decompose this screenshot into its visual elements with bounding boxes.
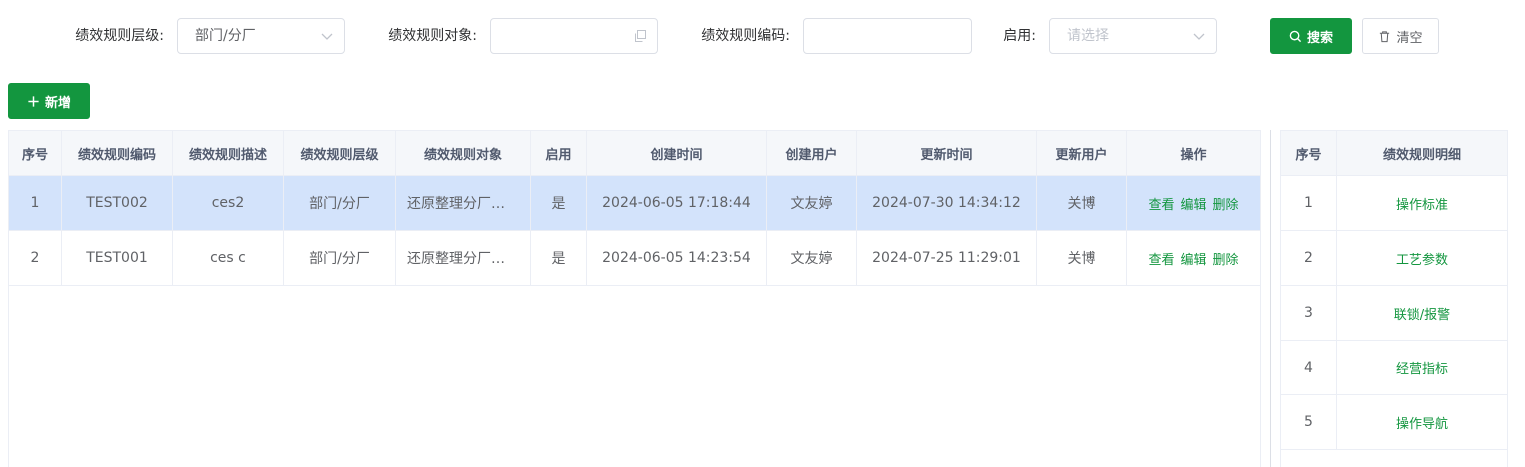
view-link[interactable]: 查看 bbox=[1148, 194, 1174, 213]
table-header: 序号 绩效规则编码 绩效规则描述 绩效规则层级 绩效规则对象 启用 创建时间 创… bbox=[9, 131, 1260, 176]
creator: 文友婷 bbox=[767, 176, 857, 231]
edit-link[interactable]: 编辑 bbox=[1180, 249, 1206, 268]
row-index: 2 bbox=[1281, 231, 1337, 286]
add-button-label: 新增 bbox=[44, 95, 71, 111]
detail-cell: 经营指标 bbox=[1337, 341, 1507, 395]
list-item[interactable]: 1 操作标准 bbox=[1281, 176, 1507, 231]
table-row[interactable]: 1 TEST002 ces2 部门/分厂 还原整理分厂… 是 2024-06-0… bbox=[9, 176, 1260, 231]
list-item[interactable]: 4 经营指标 bbox=[1281, 341, 1507, 395]
enabled-select-placeholder: 请选择 bbox=[1067, 28, 1109, 44]
code-input[interactable] bbox=[803, 18, 972, 54]
code-label: 绩效规则编码: bbox=[701, 28, 790, 44]
search-button[interactable]: 搜索 bbox=[1270, 18, 1352, 54]
column-header: 创建时间 bbox=[587, 131, 767, 176]
object-input[interactable] bbox=[490, 18, 658, 54]
row-index: 2 bbox=[9, 231, 62, 286]
rule-object: 还原整理分厂… bbox=[396, 231, 531, 286]
column-header: 更新用户 bbox=[1037, 131, 1127, 176]
rule-level: 部门/分厂 bbox=[284, 176, 396, 231]
chevron-down-icon bbox=[1193, 33, 1205, 40]
plus-icon bbox=[28, 95, 39, 107]
row-index: 1 bbox=[9, 176, 62, 231]
search-button-label: 搜索 bbox=[1306, 30, 1333, 46]
updater: 关博 bbox=[1037, 176, 1127, 231]
view-link[interactable]: 查看 bbox=[1148, 249, 1174, 268]
detail-link[interactable]: 操作导航 bbox=[1396, 413, 1448, 432]
table-header: 序号 绩效规则明细 bbox=[1281, 131, 1507, 176]
detail-cell: 操作标准 bbox=[1337, 176, 1507, 231]
rule-desc: ces2 bbox=[173, 176, 284, 231]
detail-link[interactable]: 工艺参数 bbox=[1396, 249, 1448, 268]
created-time: 2024-06-05 17:18:44 bbox=[587, 176, 767, 231]
chevron-down-icon bbox=[321, 33, 333, 40]
column-header: 创建用户 bbox=[767, 131, 857, 176]
list-item[interactable]: 5 操作导航 bbox=[1281, 395, 1507, 450]
trash-icon bbox=[1380, 30, 1390, 42]
row-index: 4 bbox=[1281, 341, 1337, 395]
updater: 关博 bbox=[1037, 231, 1127, 286]
rule-code: TEST002 bbox=[62, 176, 173, 231]
level-select-value: 部门/分厂 bbox=[195, 28, 256, 44]
add-button[interactable]: 新增 bbox=[8, 83, 90, 119]
row-actions: 查看 编辑 删除 bbox=[1127, 176, 1260, 231]
column-header: 绩效规则明细 bbox=[1337, 131, 1507, 176]
rule-object: 还原整理分厂… bbox=[396, 176, 531, 231]
column-header: 绩效规则对象 bbox=[396, 131, 531, 176]
creator: 文友婷 bbox=[767, 231, 857, 286]
clear-button[interactable]: 清空 bbox=[1362, 18, 1439, 54]
updated-time: 2024-07-30 14:34:12 bbox=[857, 176, 1037, 231]
rule-detail-table: 序号 绩效规则明细 1 操作标准 2 工艺参数 3 联锁/报警 4 经营指标 5… bbox=[1280, 130, 1508, 467]
level-select[interactable]: 部门/分厂 bbox=[177, 18, 345, 54]
detail-link[interactable]: 经营指标 bbox=[1396, 358, 1448, 377]
created-time: 2024-06-05 14:23:54 bbox=[587, 231, 767, 286]
row-actions: 查看 编辑 删除 bbox=[1127, 231, 1260, 286]
rule-level: 部门/分厂 bbox=[284, 231, 396, 286]
clear-button-label: 清空 bbox=[1396, 30, 1423, 46]
list-item[interactable]: 3 联锁/报警 bbox=[1281, 286, 1507, 341]
search-icon bbox=[1289, 30, 1302, 42]
table-row[interactable]: 2 TEST001 ces c 部门/分厂 还原整理分厂… 是 2024-06-… bbox=[9, 231, 1260, 286]
row-index: 5 bbox=[1281, 395, 1337, 450]
object-label: 绩效规则对象: bbox=[388, 28, 477, 44]
search-bar: 绩效规则层级: 部门/分厂 绩效规则对象: 绩效规则编码: 启用: 请选择 搜索… bbox=[0, 18, 1525, 54]
detail-cell: 联锁/报警 bbox=[1337, 286, 1507, 341]
delete-link[interactable]: 删除 bbox=[1213, 194, 1239, 213]
column-header: 绩效规则描述 bbox=[173, 131, 284, 176]
detail-link[interactable]: 联锁/报警 bbox=[1394, 304, 1450, 323]
panel-divider[interactable] bbox=[1270, 130, 1271, 467]
detail-cell: 操作导航 bbox=[1337, 395, 1507, 450]
detail-cell: 工艺参数 bbox=[1337, 231, 1507, 286]
enabled-select[interactable]: 请选择 bbox=[1049, 18, 1217, 54]
column-header: 绩效规则编码 bbox=[62, 131, 173, 176]
column-header: 操作 bbox=[1127, 131, 1260, 176]
column-header: 序号 bbox=[9, 131, 62, 176]
column-header: 更新时间 bbox=[857, 131, 1037, 176]
delete-link[interactable]: 删除 bbox=[1213, 249, 1239, 268]
rule-desc: ces c bbox=[173, 231, 284, 286]
rule-code: TEST001 bbox=[62, 231, 173, 286]
row-index: 3 bbox=[1281, 286, 1337, 341]
rule-enabled: 是 bbox=[531, 176, 587, 231]
list-item[interactable]: 2 工艺参数 bbox=[1281, 231, 1507, 286]
level-label: 绩效规则层级: bbox=[75, 28, 164, 44]
row-index: 1 bbox=[1281, 176, 1337, 231]
copy-icon[interactable] bbox=[633, 29, 647, 43]
enabled-label: 启用: bbox=[1003, 28, 1036, 44]
updated-time: 2024-07-25 11:29:01 bbox=[857, 231, 1037, 286]
rule-object-text: 还原整理分厂… bbox=[407, 196, 505, 212]
rules-table: 序号 绩效规则编码 绩效规则描述 绩效规则层级 绩效规则对象 启用 创建时间 创… bbox=[8, 130, 1261, 467]
column-header: 序号 bbox=[1281, 131, 1337, 176]
column-header: 启用 bbox=[531, 131, 587, 176]
detail-link[interactable]: 操作标准 bbox=[1396, 194, 1448, 213]
rule-object-text: 还原整理分厂… bbox=[407, 251, 505, 267]
rule-enabled: 是 bbox=[531, 231, 587, 286]
edit-link[interactable]: 编辑 bbox=[1180, 194, 1206, 213]
column-header: 绩效规则层级 bbox=[284, 131, 396, 176]
